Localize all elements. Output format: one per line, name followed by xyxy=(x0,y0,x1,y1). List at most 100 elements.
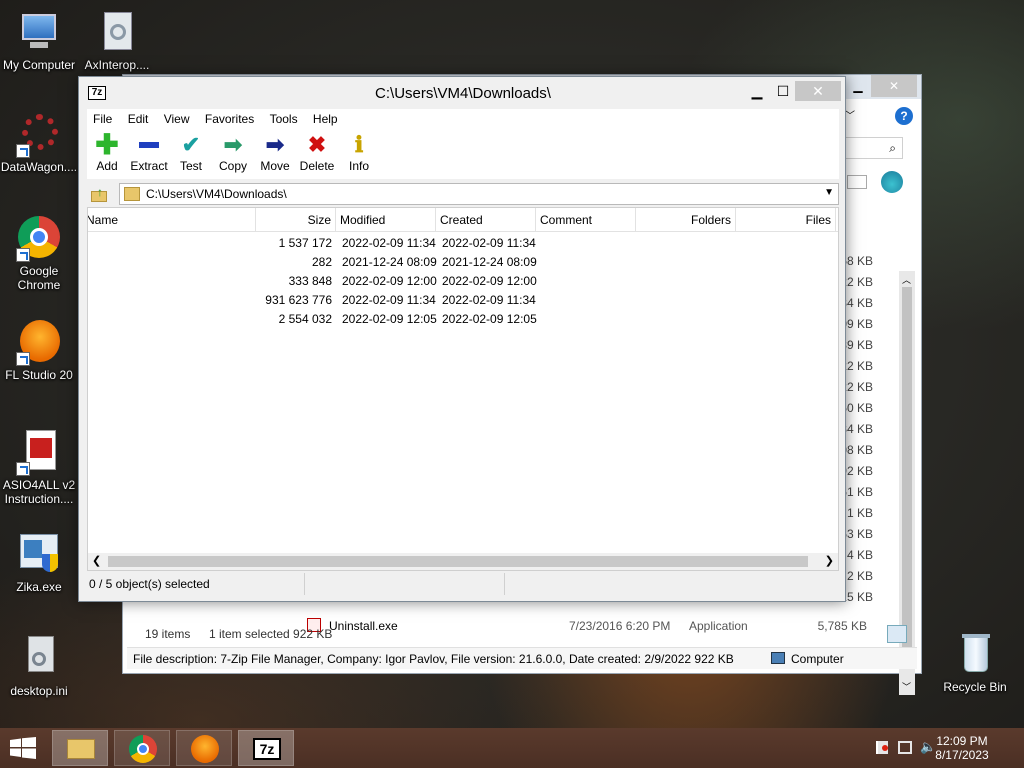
taskbar-clock[interactable]: 12:09 PM 8/17/2023 xyxy=(922,734,1002,762)
desktop-icon-zika-exe[interactable]: Zika.exe xyxy=(0,532,78,594)
desktop-icon-label: AxInterop.... xyxy=(84,58,150,72)
minimize-icon[interactable]: ▁ xyxy=(845,75,871,97)
taskbar-chrome[interactable] xyxy=(114,730,170,766)
toolbar: ✚ Add Extract ✔ Test ➡ Copy ➡ Move ✖ Del… xyxy=(87,129,839,179)
column-created[interactable]: Created xyxy=(436,208,536,232)
action-center-flag-icon[interactable] xyxy=(876,741,888,754)
menu-view[interactable]: View xyxy=(158,109,196,129)
extract-button[interactable]: Extract xyxy=(127,131,171,173)
column-comment[interactable]: Comment xyxy=(536,208,636,232)
desktop-icon-desktop-ini[interactable]: desktop.ini xyxy=(0,636,78,698)
plus-icon: ✚ xyxy=(95,129,119,160)
taskbar-file-explorer[interactable] xyxy=(52,730,108,766)
menu-tools[interactable]: Tools xyxy=(264,109,304,129)
column-header: Name Size Modified Created Comment Folde… xyxy=(88,208,838,232)
scroll-up-icon[interactable]: ︿ xyxy=(902,273,911,286)
desktop-icon-label: ASIO4ALL v2 Instruction.... xyxy=(2,478,76,506)
folder-icon xyxy=(67,739,95,759)
view-icon[interactable] xyxy=(847,175,867,189)
desktop-icon-fl-studio[interactable]: FL Studio 20 xyxy=(0,320,78,382)
column-name[interactable]: Name xyxy=(88,208,256,232)
file-size: 931 623 776 xyxy=(265,293,332,307)
7zip-statusbar: 0 / 5 object(s) selected xyxy=(87,573,839,595)
pdf-icon xyxy=(16,430,62,476)
test-button[interactable]: ✔ Test xyxy=(169,131,213,173)
file-created: 2021-12-24 08:09 xyxy=(442,255,537,269)
table-row[interactable]: Trojan.Win32.Zika.zip2 554 0322022-02-09… xyxy=(88,310,838,329)
minimize-icon[interactable]: ▁ xyxy=(745,81,769,101)
address-input[interactable]: C:\Users\VM4\Downloads\ ▼ xyxy=(119,183,839,205)
info-button[interactable]: ℹ Info xyxy=(337,131,381,173)
column-files[interactable]: Files xyxy=(736,208,836,232)
file-size: 333 848 xyxy=(288,274,332,288)
details-view-icon[interactable] xyxy=(887,625,907,643)
settings-file-icon xyxy=(16,636,62,682)
7zip-titlebar[interactable]: 7z C:\Users\VM4\Downloads\ ▁ ☐ ✕ xyxy=(79,77,845,109)
chevron-down-icon[interactable]: ﹀ xyxy=(845,107,865,125)
desktop-icon-google-chrome[interactable]: Google Chrome xyxy=(0,216,78,292)
file-description: File description: 7-Zip File Manager, Co… xyxy=(133,652,734,666)
delete-button[interactable]: ✖ Delete xyxy=(295,131,339,173)
status-segment xyxy=(505,573,839,595)
close-icon[interactable]: ✕ xyxy=(795,81,841,101)
fl-studio-icon xyxy=(191,735,219,763)
taskbar-7zip[interactable]: 7z xyxy=(238,730,294,766)
desktop-icon-datawagon[interactable]: DataWagon.... xyxy=(0,112,78,174)
computer-icon xyxy=(16,10,62,56)
folder-icon xyxy=(124,187,140,201)
fl-studio-icon xyxy=(16,320,62,366)
table-row[interactable]: flstudio_win64_20.9.0.27...931 623 77620… xyxy=(88,291,838,310)
table-row[interactable]: desktop.ini2822021-12-24 08:092021-12-24… xyxy=(88,253,838,272)
chrome-icon xyxy=(16,216,62,262)
selection-info: 1 item selected 922 KB xyxy=(209,627,333,641)
network-icon[interactable] xyxy=(898,741,912,754)
column-folders[interactable]: Folders xyxy=(636,208,736,232)
scroll-thumb[interactable] xyxy=(902,287,912,667)
maximize-icon[interactable]: ☐ xyxy=(771,81,795,101)
file-list[interactable]: Name Size Modified Created Comment Folde… xyxy=(87,207,839,571)
desktop-icon-asio4all[interactable]: ASIO4ALL v2 Instruction.... xyxy=(0,430,78,506)
file-created: 2022-02-09 12:00 xyxy=(442,274,537,288)
menu-edit[interactable]: Edit xyxy=(122,109,155,129)
scroll-thumb[interactable] xyxy=(108,556,808,567)
address-bar: ↑ C:\Users\VM4\Downloads\ ▼ xyxy=(87,181,839,207)
move-arrow-icon: ➡ xyxy=(265,132,285,157)
help-icon[interactable]: ? xyxy=(895,107,913,125)
chevron-down-icon[interactable]: ▼ xyxy=(824,187,834,198)
close-icon[interactable]: ✕ xyxy=(871,75,917,97)
search-input[interactable]: ⌕ xyxy=(845,137,903,159)
desktop-icon-label: Zika.exe xyxy=(16,580,62,594)
start-button[interactable] xyxy=(10,737,36,759)
item-count: 19 items xyxy=(145,627,191,641)
desktop-icon-recycle-bin[interactable]: Recycle Bin xyxy=(936,632,1014,694)
desktop-icon-axinterop[interactable]: AxInterop.... xyxy=(78,10,156,72)
up-folder-icon[interactable]: ↑ xyxy=(91,185,109,203)
menu-bar: File Edit View Favorites Tools Help xyxy=(87,109,839,129)
7zip-window[interactable]: 7z C:\Users\VM4\Downloads\ ▁ ☐ ✕ File Ed… xyxy=(78,76,846,602)
desktop-icon-my-computer[interactable]: My Computer xyxy=(0,10,78,72)
file-modified: 2022-02-09 11:34 xyxy=(342,293,436,307)
scroll-left-icon[interactable]: ❮ xyxy=(92,554,101,567)
file-modified: 2022-02-09 11:34 xyxy=(342,236,436,250)
table-row[interactable]: Firefox Installer.exe333 8482022-02-09 1… xyxy=(88,272,838,291)
info-label: Info xyxy=(348,159,369,173)
desktop-icon-label: FL Studio 20 xyxy=(5,368,73,382)
horizontal-scrollbar[interactable]: ❮ ❯ xyxy=(88,553,838,570)
add-button[interactable]: ✚ Add xyxy=(85,129,129,174)
scroll-down-icon[interactable]: ﹀ xyxy=(902,680,911,693)
scroll-right-icon[interactable]: ❯ xyxy=(825,554,834,567)
menu-file[interactable]: File xyxy=(87,109,118,129)
file-modified: 2022-02-09 12:00 xyxy=(342,274,437,288)
menu-help[interactable]: Help xyxy=(307,109,344,129)
desktop-icon-label: Recycle Bin xyxy=(943,680,1007,694)
column-size[interactable]: Size xyxy=(256,208,336,232)
menu-favorites[interactable]: Favorites xyxy=(199,109,260,129)
extract-label: Extract xyxy=(130,159,168,173)
column-modified[interactable]: Modified xyxy=(336,208,436,232)
minus-icon xyxy=(127,131,171,159)
copy-button[interactable]: ➡ Copy xyxy=(211,131,255,173)
taskbar-fl-studio[interactable] xyxy=(176,730,232,766)
installer-icon xyxy=(16,532,62,578)
table-row[interactable]: 13-Diamond-Heart-_Au...1 537 1722022-02-… xyxy=(88,234,838,253)
move-button[interactable]: ➡ Move xyxy=(253,131,297,173)
